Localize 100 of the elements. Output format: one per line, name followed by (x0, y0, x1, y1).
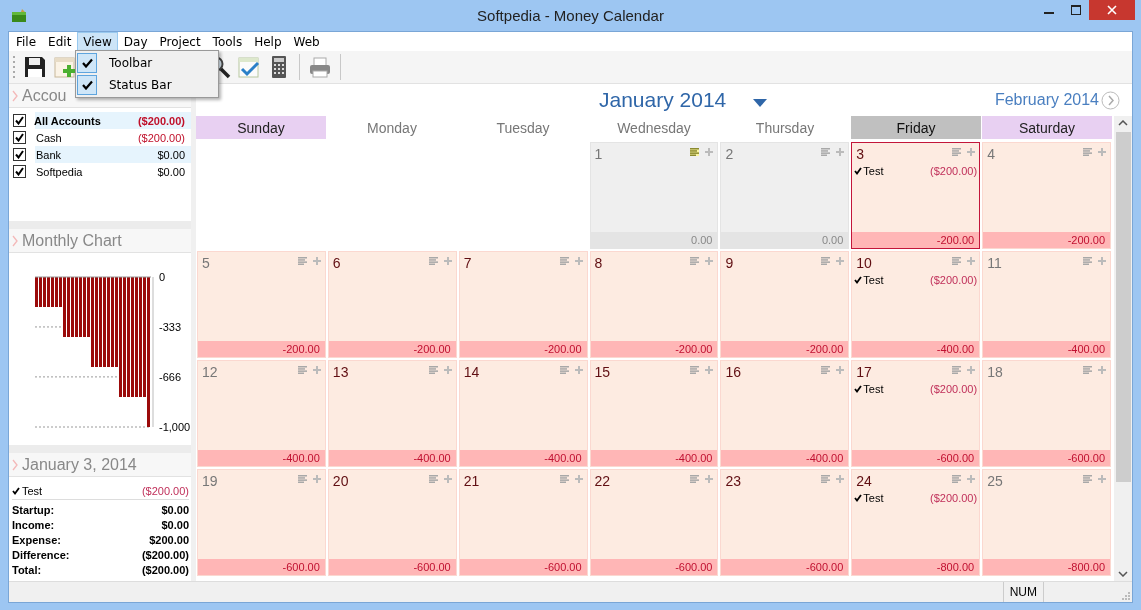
add-icon[interactable] (836, 366, 845, 374)
menu-item[interactable]: Project (153, 32, 207, 51)
close-button[interactable] (1089, 0, 1135, 20)
note-icon[interactable] (821, 366, 831, 374)
day-cell[interactable]: 3 Test ($200.00) -200.00 (851, 142, 981, 249)
day-cell[interactable]: 15 -400.00 (589, 360, 719, 467)
add-icon[interactable] (1098, 366, 1106, 374)
note-icon[interactable] (297, 366, 307, 374)
next-month-link[interactable]: February 2014 (994, 91, 1099, 109)
note-icon[interactable] (297, 257, 307, 265)
day-cell[interactable]: 6 -200.00 (327, 251, 457, 358)
note-icon[interactable] (690, 148, 700, 156)
day-cell[interactable]: 13 -400.00 (327, 360, 457, 467)
add-icon[interactable] (312, 257, 321, 265)
add-icon[interactable] (312, 475, 321, 483)
day-cell[interactable]: 19 -600.00 (197, 469, 326, 576)
checkbox[interactable] (13, 165, 26, 178)
dropdown-icon[interactable] (753, 99, 768, 107)
note-icon[interactable] (1083, 257, 1092, 265)
add-icon[interactable] (443, 475, 452, 483)
account-row[interactable]: Softpedia $0.00 (9, 163, 191, 180)
note-icon[interactable] (428, 475, 438, 483)
day-cell[interactable]: 25 -800.00 (982, 469, 1111, 576)
note-icon[interactable] (821, 148, 831, 156)
day-cell[interactable]: 4 -200.00 (982, 142, 1111, 249)
add-icon[interactable] (443, 366, 452, 374)
resize-grip[interactable] (1120, 590, 1130, 600)
note-icon[interactable] (952, 366, 962, 374)
add-icon[interactable] (967, 475, 976, 483)
add-icon[interactable] (1098, 148, 1106, 156)
note-icon[interactable] (952, 475, 962, 483)
note-icon[interactable] (559, 366, 569, 374)
add-icon[interactable] (705, 366, 714, 374)
scroll-down-icon[interactable] (1118, 571, 1128, 577)
add-icon[interactable] (836, 257, 845, 265)
note-icon[interactable] (428, 366, 438, 374)
note-icon[interactable] (1083, 366, 1092, 374)
add-icon[interactable] (967, 366, 976, 374)
account-row[interactable]: Cash ($200.00) (9, 129, 191, 146)
menu-item[interactable]: Help (248, 32, 288, 51)
add-icon[interactable] (574, 475, 583, 483)
note-icon[interactable] (690, 475, 700, 483)
day-cell[interactable]: 8 -200.00 (589, 251, 719, 358)
menu-option[interactable]: Toolbar (77, 52, 217, 74)
scroll-up-icon[interactable] (1118, 120, 1128, 126)
menu-item[interactable]: Day (117, 32, 154, 51)
day-cell[interactable]: 20 -600.00 (327, 469, 457, 576)
day-cell[interactable]: 7 -200.00 (458, 251, 588, 358)
day-cell[interactable]: 11 -400.00 (982, 251, 1111, 358)
add-icon[interactable] (967, 257, 976, 265)
day-cell[interactable]: 10 Test ($200.00) -400.00 (851, 251, 981, 358)
day-cell[interactable]: 2 0.00 (720, 142, 850, 249)
note-icon[interactable] (952, 257, 962, 265)
printer-icon[interactable] (307, 54, 333, 80)
day-cell[interactable]: 14 -400.00 (458, 360, 588, 467)
day-cell[interactable]: 12 -400.00 (197, 360, 326, 467)
scrollbar[interactable] (1114, 116, 1132, 581)
add-icon[interactable] (1098, 475, 1106, 483)
add-icon[interactable] (574, 257, 583, 265)
day-cell[interactable]: 1 0.00 (589, 142, 719, 249)
day-cell[interactable]: 9 -200.00 (720, 251, 850, 358)
calendar-check-icon[interactable] (236, 54, 262, 80)
day-cell[interactable]: 16 -400.00 (720, 360, 850, 467)
add-icon[interactable] (574, 366, 583, 374)
add-icon[interactable] (705, 257, 714, 265)
note-icon[interactable] (297, 475, 307, 483)
menu-item[interactable]: Tools (206, 32, 249, 51)
add-icon[interactable] (705, 148, 714, 156)
add-icon[interactable] (705, 475, 714, 483)
note-icon[interactable] (952, 148, 962, 156)
day-cell[interactable]: 17 Test ($200.00) -600.00 (851, 360, 981, 467)
menu-option[interactable]: Status Bar (77, 74, 217, 96)
save-icon[interactable] (22, 54, 48, 80)
checkbox[interactable] (13, 114, 26, 127)
note-icon[interactable] (428, 257, 438, 265)
close-icon[interactable] (1107, 5, 1117, 15)
checkbox[interactable] (13, 148, 26, 161)
add-icon[interactable] (836, 148, 845, 156)
add-icon[interactable] (312, 366, 321, 374)
day-cell[interactable]: 21 -600.00 (458, 469, 588, 576)
day-cell[interactable]: 5 -200.00 (197, 251, 326, 358)
maximize-icon[interactable] (1070, 5, 1081, 15)
note-icon[interactable] (690, 257, 700, 265)
note-icon[interactable] (1083, 148, 1092, 156)
add-icon[interactable] (836, 475, 845, 483)
menu-item[interactable]: Edit (42, 32, 78, 51)
note-icon[interactable] (690, 366, 700, 374)
note-icon[interactable] (559, 475, 569, 483)
day-cell[interactable]: 22 -600.00 (589, 469, 719, 576)
add-icon[interactable] (1098, 257, 1106, 265)
day-cell[interactable]: 24 Test ($200.00) -800.00 (851, 469, 981, 576)
add-icon[interactable] (967, 148, 976, 156)
checkbox[interactable] (13, 131, 26, 144)
day-cell[interactable]: 18 -600.00 (982, 360, 1111, 467)
note-icon[interactable] (559, 257, 569, 265)
day-cell[interactable]: 23 -600.00 (720, 469, 850, 576)
note-icon[interactable] (1083, 475, 1092, 483)
menu-item[interactable]: View (77, 32, 118, 51)
add-icon[interactable] (443, 257, 452, 265)
note-icon[interactable] (821, 475, 831, 483)
